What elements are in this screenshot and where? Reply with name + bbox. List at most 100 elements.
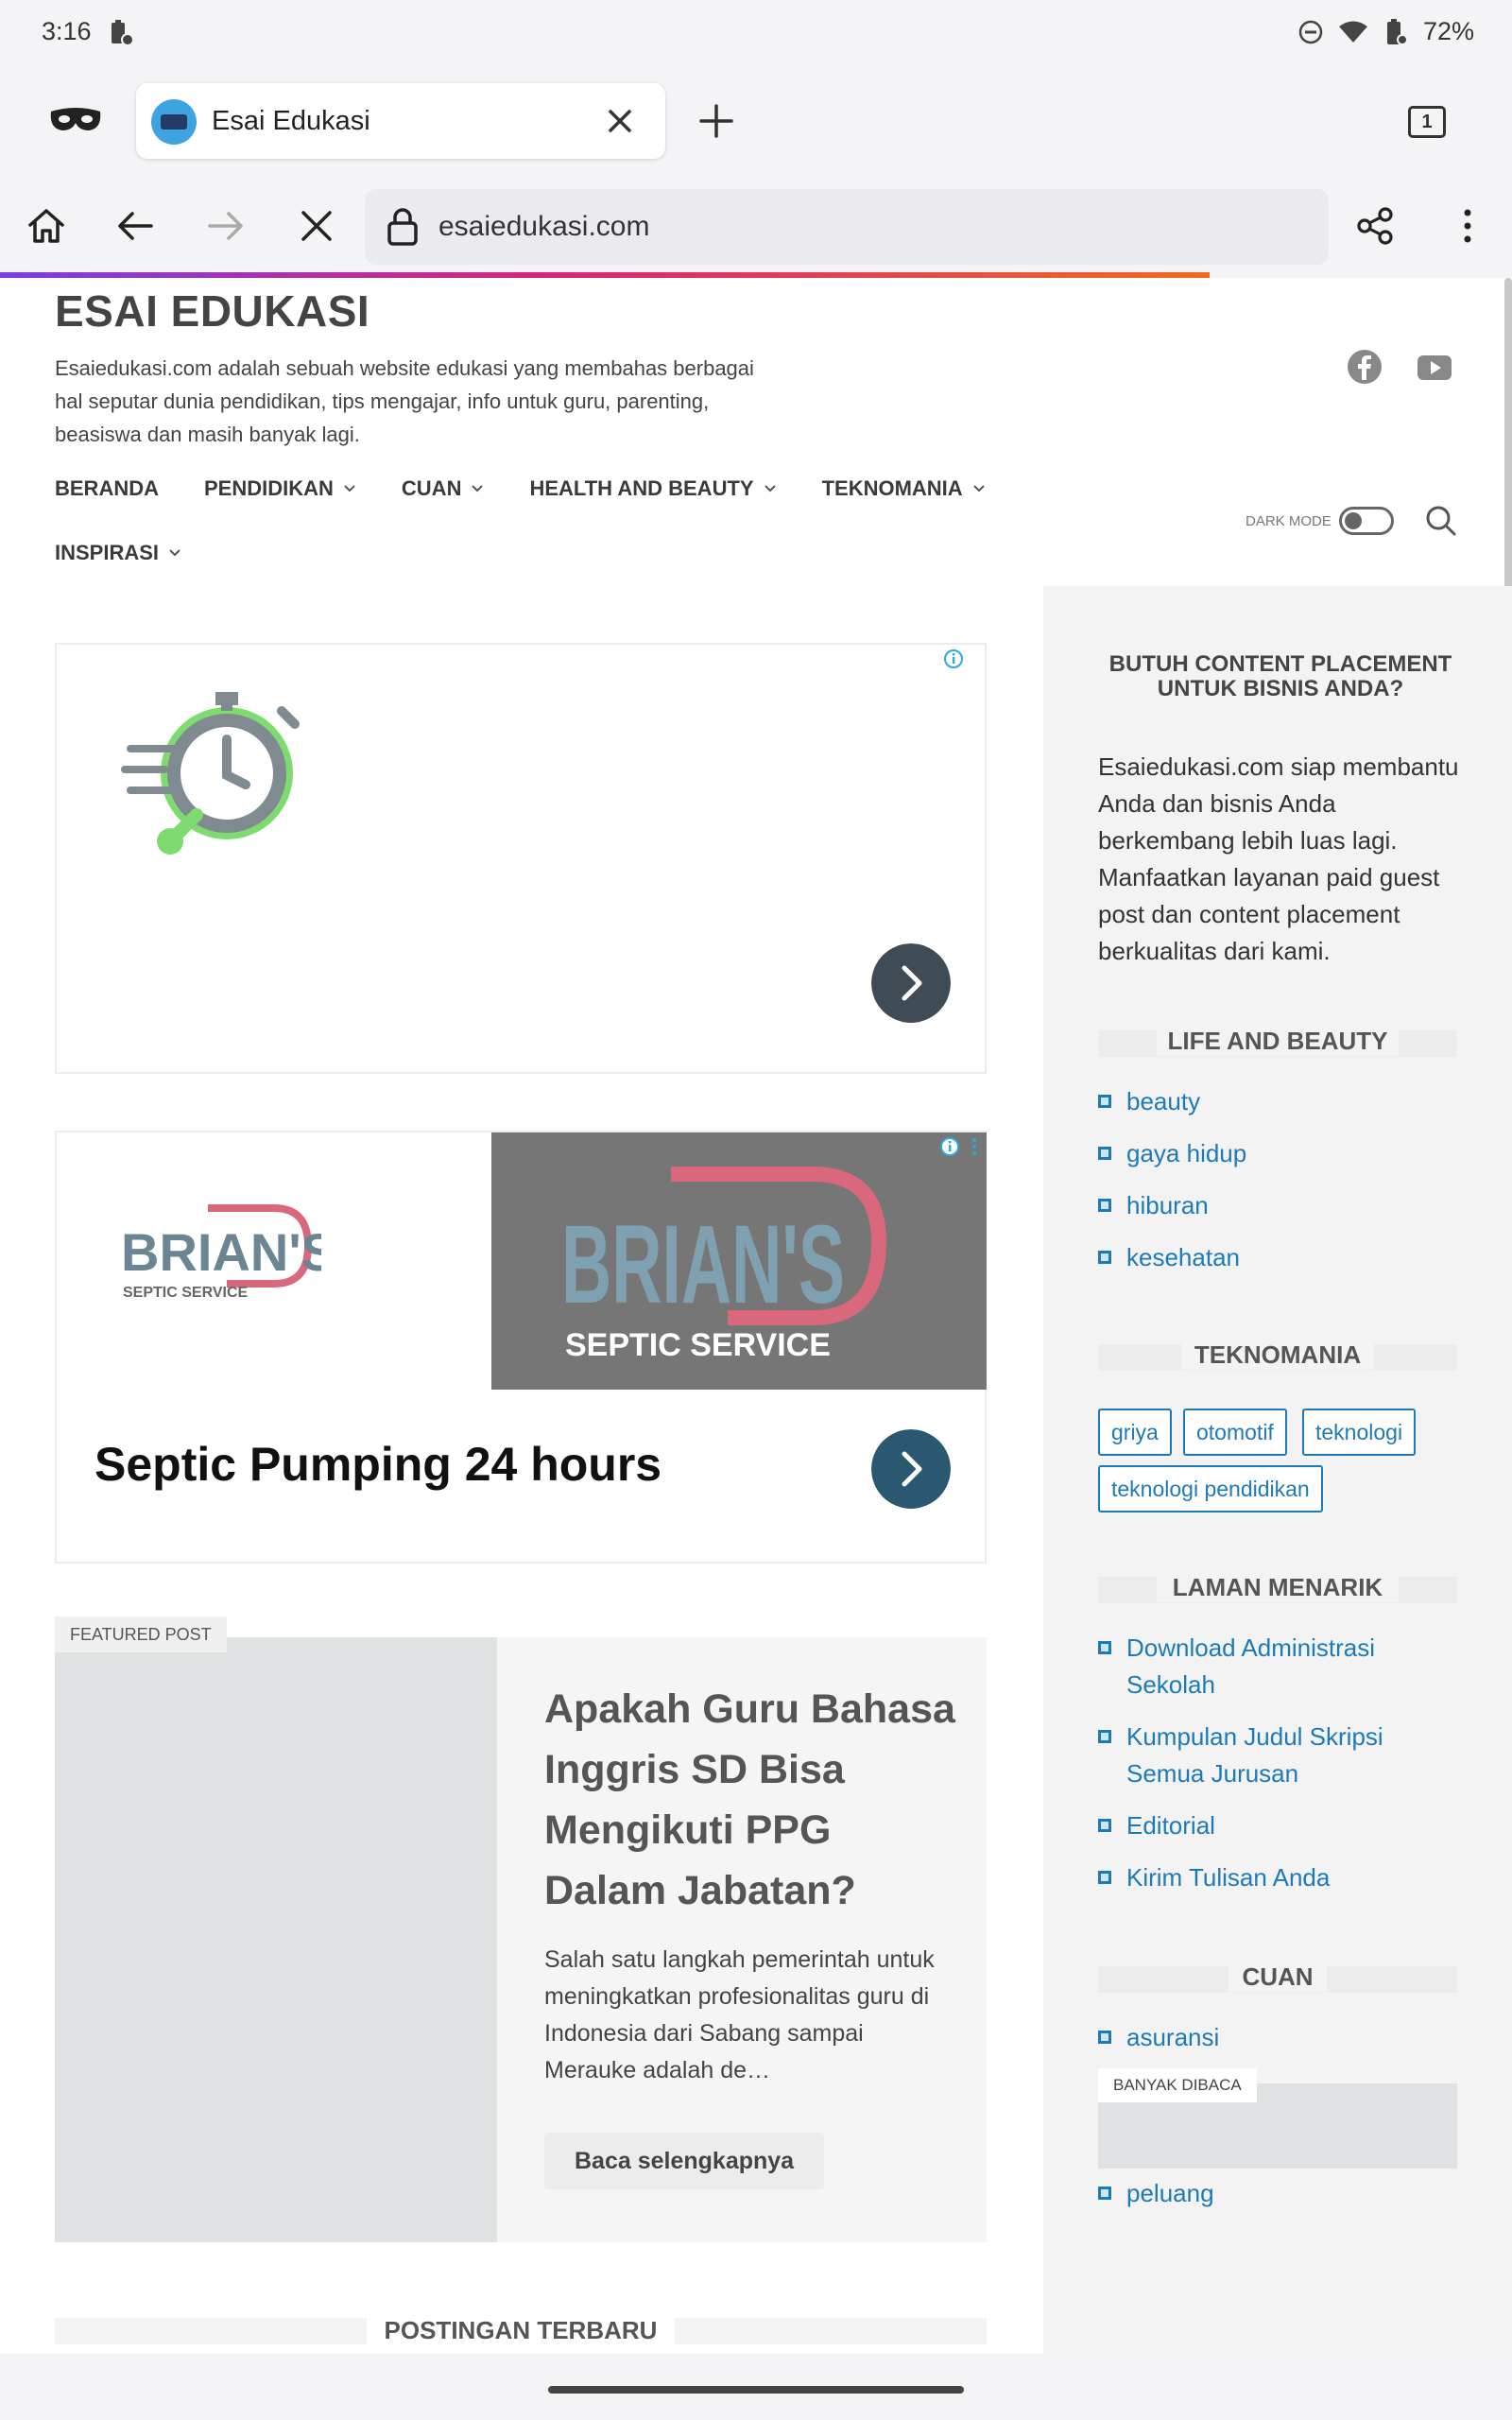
- life-beauty-list: beauty gaya hidup hiburan kesehatan: [1098, 1083, 1419, 1291]
- search-icon[interactable]: [1425, 505, 1457, 537]
- sidebar-cta-text: Esaiedukasi.com siap membantu Anda dan b…: [1098, 752, 1459, 965]
- nav-label: TEKNOMANIA: [821, 476, 963, 500]
- facebook-icon[interactable]: [1346, 348, 1383, 386]
- nav-label: BERANDA: [55, 476, 159, 500]
- home-icon[interactable]: [25, 204, 68, 248]
- toggle-switch[interactable]: [1338, 507, 1394, 535]
- status-time: 3:16: [42, 17, 92, 45]
- tag-teknologi[interactable]: teknologi: [1302, 1409, 1417, 1456]
- address-bar[interactable]: esaiedukasi.com: [365, 189, 1329, 265]
- do-not-disturb-icon: [1298, 20, 1323, 43]
- browser-toolbar: esaiedukasi.com: [0, 172, 1512, 276]
- cuan-heading: CUAN: [1228, 1962, 1327, 1992]
- link-label[interactable]: gaya hidup: [1126, 1135, 1246, 1172]
- heading-divider: [675, 2318, 987, 2344]
- navigation-gesture-area: [0, 2354, 1512, 2420]
- dark-mode-toggle[interactable]: DARK MODE: [1246, 507, 1394, 535]
- sidebar-cta-title: BUTUH CONTENT PLACEMENT UNTUK BISNIS AND…: [1108, 651, 1452, 701]
- link-label[interactable]: Kumpulan Judul Skripsi Semua Jurusan: [1126, 1719, 1419, 1792]
- chevron-down-icon: [344, 485, 355, 493]
- tab-count-button[interactable]: 1: [1408, 106, 1446, 138]
- list-item[interactable]: Download Administrasi Sekolah: [1098, 1630, 1419, 1703]
- tag-griya[interactable]: griya: [1098, 1409, 1172, 1456]
- url-text[interactable]: esaiedukasi.com: [438, 211, 649, 243]
- nav-beranda[interactable]: BERANDA: [55, 476, 159, 501]
- nav-cuan[interactable]: CUAN: [402, 476, 485, 501]
- ad-next-arrow-icon[interactable]: [871, 1429, 951, 1509]
- list-item[interactable]: Editorial: [1098, 1807, 1419, 1844]
- forward-arrow-icon[interactable]: [204, 204, 248, 248]
- link-label[interactable]: Kirim Tulisan Anda: [1126, 1859, 1330, 1896]
- lock-icon[interactable]: [384, 206, 421, 248]
- site-title[interactable]: ESAI EDUKASI: [55, 285, 369, 337]
- share-icon[interactable]: [1353, 204, 1397, 248]
- link-label[interactable]: beauty: [1126, 1083, 1200, 1120]
- list-item[interactable]: asuransi: [1098, 2019, 1419, 2056]
- more-menu-icon[interactable]: [1446, 204, 1489, 248]
- list-item[interactable]: Kumpulan Judul Skripsi Semua Jurusan: [1098, 1719, 1419, 1792]
- ad-info-icon[interactable]: [943, 648, 964, 669]
- new-tab-plus-icon[interactable]: [697, 102, 735, 140]
- close-tab-icon[interactable]: [603, 104, 637, 138]
- list-item[interactable]: hiburan: [1098, 1187, 1419, 1224]
- ad-next-arrow-icon[interactable]: [871, 943, 951, 1023]
- list-item[interactable]: Kirim Tulisan Anda: [1098, 1859, 1419, 1896]
- battery-icon: [1386, 18, 1408, 45]
- read-more-button[interactable]: Baca selengkapnya: [544, 2133, 825, 2189]
- gesture-handle[interactable]: [548, 2386, 964, 2394]
- back-arrow-icon[interactable]: [113, 204, 157, 248]
- bullet-icon: [1098, 1641, 1111, 1654]
- ad-info-icon[interactable]: [939, 1136, 960, 1157]
- status-indicators: 72%: [1298, 17, 1474, 46]
- ad-options-icon[interactable]: [964, 1136, 985, 1157]
- nav-teknomania[interactable]: TEKNOMANIA: [822, 476, 986, 501]
- main-nav-row-2: INSPIRASI: [55, 541, 227, 565]
- tab-esai-edukasi[interactable]: Esai Edukasi: [136, 83, 665, 159]
- nav-health-and-beauty[interactable]: HEALTH AND BEAUTY: [529, 476, 776, 501]
- site-favicon-icon: [151, 99, 197, 145]
- link-label[interactable]: Download Administrasi Sekolah: [1126, 1630, 1419, 1703]
- latest-posts-heading: POSTINGAN TERBARU: [384, 2316, 658, 2344]
- stop-loading-icon[interactable]: [295, 204, 338, 248]
- stopwatch-icon: [121, 692, 300, 855]
- chevron-down-icon: [972, 485, 985, 493]
- chevron-down-icon: [764, 485, 776, 493]
- brand-sub: SEPTIC SERVICE: [565, 1327, 831, 1363]
- link-label[interactable]: kesehatan: [1126, 1239, 1240, 1276]
- list-item[interactable]: peluang: [1098, 2175, 1419, 2212]
- featured-post-label: FEATURED POST: [55, 1616, 227, 1652]
- dark-mode-label: DARK MODE: [1246, 512, 1332, 529]
- site-description: Esaiedukasi.com adalah sebuah website ed…: [55, 356, 754, 446]
- link-label[interactable]: Editorial: [1126, 1807, 1215, 1844]
- sidebar: BUTUH CONTENT PLACEMENT UNTUK BISNIS AND…: [1043, 586, 1512, 2354]
- nav-label: PENDIDIKAN: [204, 476, 334, 500]
- list-item[interactable]: gaya hidup: [1098, 1135, 1419, 1172]
- bullet-icon: [1098, 1095, 1111, 1108]
- featured-post-card[interactable]: Apakah Guru Bahasa Inggris SD Bisa Mengi…: [55, 1637, 987, 2242]
- bullet-icon: [1098, 1147, 1111, 1160]
- link-label[interactable]: hiburan: [1126, 1187, 1209, 1224]
- tab-title: Esai Edukasi: [212, 106, 370, 136]
- brians-logo-small: BRIAN'S SEPTIC SERVICE: [121, 1204, 321, 1301]
- tag-otomotif[interactable]: otomotif: [1183, 1409, 1287, 1456]
- web-page: ESAI EDUKASI Esaiedukasi.com adalah sebu…: [0, 278, 1512, 2354]
- popular-posts-label: BANYAK DIBACA: [1098, 2068, 1257, 2102]
- brians-logo-large: BRIAN'S SEPTIC SERVICE: [561, 1167, 887, 1363]
- ad-banner-2[interactable]: BRIAN'S SEPTIC SERVICE BRIAN'S SEPTIC SE…: [55, 1131, 987, 1564]
- list-item[interactable]: beauty: [1098, 1083, 1419, 1120]
- link-label[interactable]: asuransi: [1126, 2019, 1219, 2056]
- brand-name: BRIAN'S: [121, 1222, 321, 1282]
- nav-pendidikan[interactable]: PENDIDIKAN: [204, 476, 356, 501]
- youtube-icon[interactable]: [1416, 348, 1453, 386]
- battery-percent: 72%: [1422, 17, 1474, 45]
- list-item[interactable]: kesehatan: [1098, 1239, 1419, 1276]
- private-mode-icon[interactable]: [47, 104, 104, 136]
- featured-post-title[interactable]: Apakah Guru Bahasa Inggris SD Bisa Mengi…: [544, 1679, 960, 1921]
- ad-banner-1[interactable]: [55, 643, 987, 1074]
- ad-headline[interactable]: Septic Pumping 24 hours: [94, 1437, 662, 1492]
- tag-teknologi-pendidikan[interactable]: teknologi pendidikan: [1098, 1465, 1323, 1512]
- nav-inspirasi[interactable]: INSPIRASI: [55, 541, 181, 565]
- featured-post-image[interactable]: [55, 1637, 497, 2242]
- bullet-icon: [1098, 1871, 1111, 1884]
- link-label[interactable]: peluang: [1126, 2175, 1214, 2212]
